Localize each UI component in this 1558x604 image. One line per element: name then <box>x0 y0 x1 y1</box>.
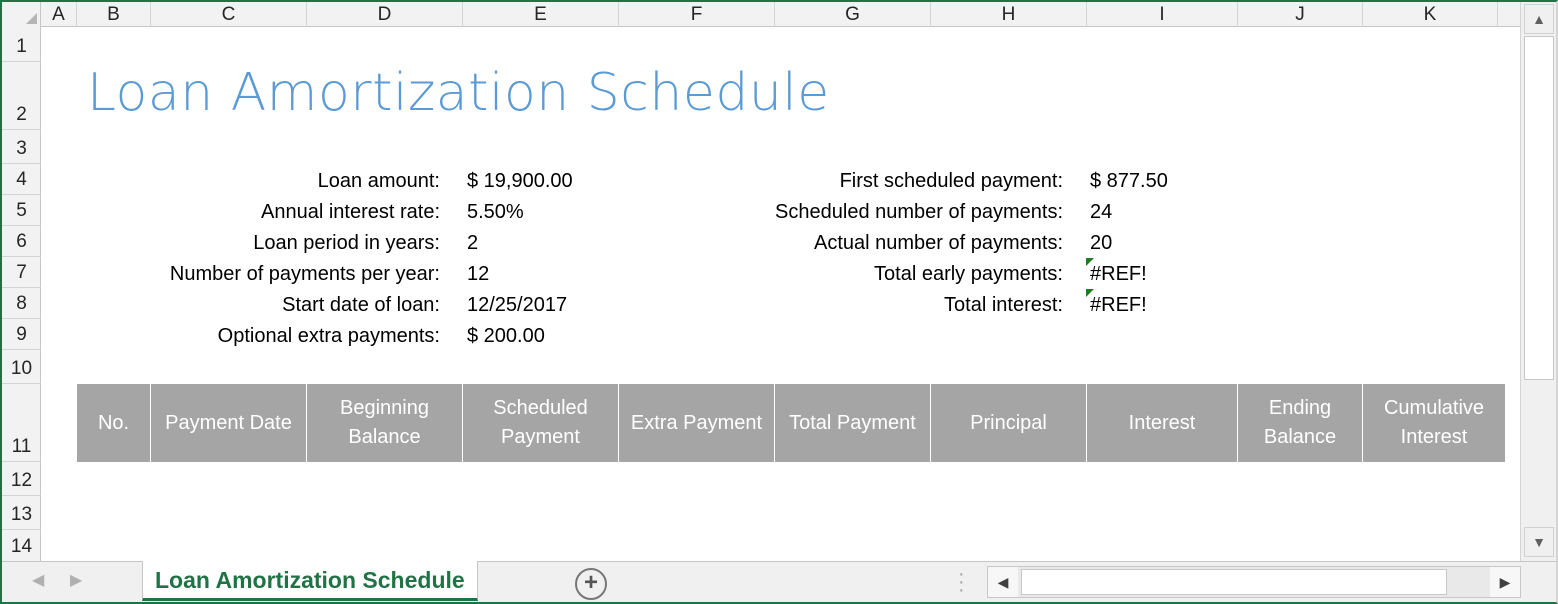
header-cumulative-interest[interactable]: Cumulative Interest <box>1363 384 1505 462</box>
loan-amount-value[interactable]: $ 19,900.00 <box>467 166 573 197</box>
payments-per-year-label[interactable]: Number of payments per year: <box>170 259 440 290</box>
loan-period-value[interactable]: 2 <box>467 228 478 259</box>
header-beginning-balance[interactable]: Beginning Balance <box>307 384 463 462</box>
sheet-tab-bar: ◀ ▶ Loan Amortization Schedule + · · · ◀ ▶ <box>2 561 1556 602</box>
column-header-j[interactable]: J <box>1238 2 1363 27</box>
scheduled-payments-label[interactable]: Scheduled number of payments: <box>775 197 1063 228</box>
column-header-i[interactable]: I <box>1087 2 1238 27</box>
header-no[interactable]: No. <box>77 384 151 462</box>
column-header-c[interactable]: C <box>151 2 307 27</box>
tab-next-icon[interactable]: ▶ <box>70 570 82 590</box>
first-payment-label[interactable]: First scheduled payment: <box>840 166 1063 197</box>
plus-icon: + <box>583 569 598 596</box>
schedule-table-header: No. Payment Date Beginning Balance Sched… <box>77 384 1505 462</box>
row-header-4[interactable]: 4 <box>2 164 41 195</box>
row-header-14[interactable]: 14 <box>2 530 41 561</box>
horizontal-scrollbar[interactable]: ◀ ▶ <box>987 566 1521 598</box>
extra-payments-value[interactable]: $ 200.00 <box>467 321 545 352</box>
payments-per-year-value[interactable]: 12 <box>467 259 489 290</box>
triangle-down-icon: ▼ <box>1532 534 1546 550</box>
triangle-up-icon: ▲ <box>1532 11 1546 27</box>
horizontal-scroll-thumb[interactable] <box>1021 569 1447 595</box>
start-date-label[interactable]: Start date of loan: <box>282 290 440 321</box>
worksheet-grid[interactable]: Loan Amortization Schedule Loan amount: … <box>41 27 1520 561</box>
extra-payments-label[interactable]: Optional extra payments: <box>218 321 440 352</box>
column-header-bar: A B C D E F G H I J K <box>2 2 1520 27</box>
tab-prev-icon[interactable]: ◀ <box>32 570 44 590</box>
start-date-value[interactable]: 12/25/2017 <box>467 290 567 321</box>
column-header-d[interactable]: D <box>307 2 463 27</box>
triangle-right-icon: ▶ <box>1499 573 1511 590</box>
total-interest-label[interactable]: Total interest: <box>944 290 1063 321</box>
scroll-left-button[interactable]: ◀ <box>988 567 1018 597</box>
scheduled-payments-value[interactable]: 24 <box>1090 197 1112 228</box>
triangle-left-icon: ◀ <box>997 573 1009 590</box>
scroll-right-button[interactable]: ▶ <box>1490 567 1520 597</box>
sheet-tab-loan-amortization[interactable]: Loan Amortization Schedule <box>142 561 478 601</box>
row-header-1[interactable]: 1 <box>2 27 41 62</box>
add-sheet-button[interactable]: + <box>575 568 607 600</box>
column-header-f[interactable]: F <box>619 2 775 27</box>
column-header-k[interactable]: K <box>1363 2 1498 27</box>
total-interest-value[interactable]: #REF! <box>1090 290 1147 321</box>
row-header-9[interactable]: 9 <box>2 319 41 350</box>
row-header-bar: 1 2 3 4 5 6 7 8 9 10 11 12 13 14 <box>2 27 41 561</box>
header-principal[interactable]: Principal <box>931 384 1087 462</box>
header-payment-date[interactable]: Payment Date <box>151 384 307 462</box>
row-header-11[interactable]: 11 <box>2 384 41 462</box>
column-header-g[interactable]: G <box>775 2 931 27</box>
actual-payments-label[interactable]: Actual number of payments: <box>814 228 1063 259</box>
select-all-button[interactable] <box>2 2 41 27</box>
row-header-5[interactable]: 5 <box>2 195 41 226</box>
header-ending-balance[interactable]: Ending Balance <box>1238 384 1363 462</box>
actual-payments-value[interactable]: 20 <box>1090 228 1112 259</box>
header-extra-payment[interactable]: Extra Payment <box>619 384 775 462</box>
vertical-scrollbar[interactable]: ▲ ▼ <box>1520 2 1556 561</box>
row-header-8[interactable]: 8 <box>2 288 41 319</box>
row-header-12[interactable]: 12 <box>2 462 41 496</box>
first-payment-value[interactable]: $ 877.50 <box>1090 166 1168 197</box>
row-header-13[interactable]: 13 <box>2 496 41 530</box>
column-header-a[interactable]: A <box>41 2 77 27</box>
scroll-up-button[interactable]: ▲ <box>1524 4 1554 34</box>
total-early-payments-value[interactable]: #REF! <box>1090 259 1147 290</box>
interest-rate-label[interactable]: Annual interest rate: <box>261 197 440 228</box>
column-header-e[interactable]: E <box>463 2 619 27</box>
header-interest[interactable]: Interest <box>1087 384 1238 462</box>
page-title[interactable]: Loan Amortization Schedule <box>87 63 830 123</box>
row-header-2[interactable]: 2 <box>2 62 41 130</box>
row-header-3[interactable]: 3 <box>2 130 41 164</box>
row-header-6[interactable]: 6 <box>2 226 41 257</box>
column-header-h[interactable]: H <box>931 2 1087 27</box>
loan-period-label[interactable]: Loan period in years: <box>253 228 440 259</box>
vertical-scroll-thumb[interactable] <box>1524 36 1554 380</box>
loan-amount-label[interactable]: Loan amount: <box>318 166 440 197</box>
total-early-payments-label[interactable]: Total early payments: <box>874 259 1063 290</box>
column-header-b[interactable]: B <box>77 2 151 27</box>
row-header-7[interactable]: 7 <box>2 257 41 288</box>
header-total-payment[interactable]: Total Payment <box>775 384 931 462</box>
scroll-down-button[interactable]: ▼ <box>1524 527 1554 557</box>
row-header-10[interactable]: 10 <box>2 350 41 384</box>
interest-rate-value[interactable]: 5.50% <box>467 197 524 228</box>
splitter-handle-icon[interactable]: · · · <box>958 564 965 600</box>
header-scheduled-payment[interactable]: Scheduled Payment <box>463 384 619 462</box>
